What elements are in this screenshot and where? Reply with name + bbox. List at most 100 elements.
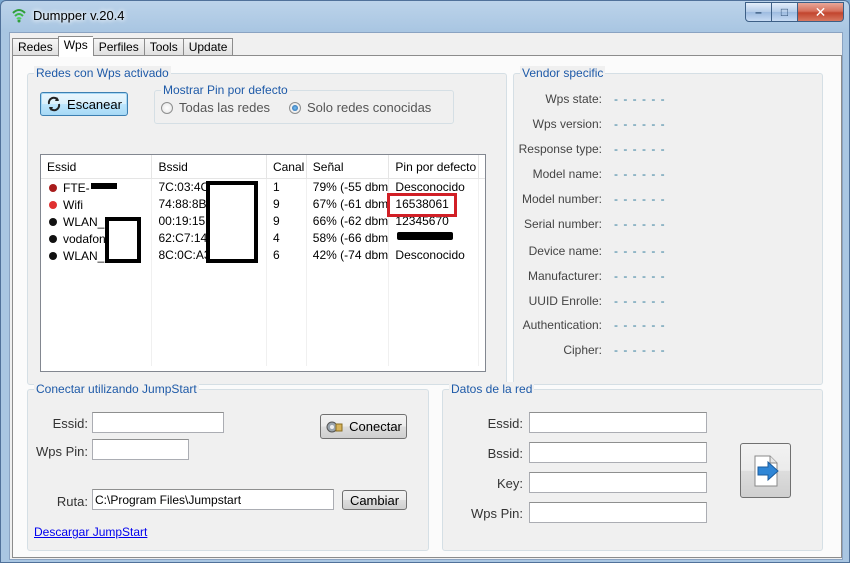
connect-button-label: Conectar [349,419,402,434]
empty-cell [152,264,267,281]
empty-cell [41,298,153,315]
redaction-bar [397,232,453,240]
cambiar-button[interactable]: Cambiar [342,490,407,510]
ruta-input[interactable] [92,489,334,510]
empty-cell [267,298,307,315]
tab-update[interactable]: Update [182,38,234,56]
radio-known-label: Solo redes conocidas [307,100,432,115]
connect-button[interactable]: Conectar [320,414,407,439]
title-bar[interactable]: Dumpper v.20.4 – □ ✕ [1,1,849,31]
vendor-field-value: - - - - - - [614,217,666,231]
vendor-field-value: - - - - - - [614,244,666,258]
tab-perfiles[interactable]: Perfiles [92,38,144,56]
status-dot-icon [49,235,57,243]
empty-cell [267,315,307,332]
minimize-button[interactable]: – [745,2,772,22]
datos-pin-input[interactable] [529,502,707,523]
tab-redes[interactable]: Redes [12,38,58,56]
tab-wps[interactable]: Wps [57,36,93,57]
status-dot-icon [49,218,57,226]
radio-button-checked[interactable] [289,101,301,114]
tab-strip: Redes Wps Perfiles Tools Update [12,36,234,57]
export-button[interactable] [740,443,791,498]
column-header-essid[interactable]: Essid [41,155,153,178]
empty-row [41,281,485,298]
empty-cell [479,315,485,332]
radio-known-networks[interactable]: Solo redes conocidas [289,100,431,115]
empty-cell [479,332,485,349]
pin-display-group: Mostrar Pin por defecto Todas las redes … [154,83,454,124]
refresh-icon [47,96,61,112]
empty-cell [307,332,390,349]
cell-canal: 9 [267,213,307,230]
radio-all-networks[interactable]: Todas las redes [161,100,270,115]
gear-connect-icon [326,421,343,432]
column-header-bssid[interactable]: Bssid [152,155,267,178]
tab-tools[interactable]: Tools [143,38,183,56]
column-header-canal[interactable]: Canal [267,155,307,178]
empty-cell [479,298,485,315]
radio-all-label: Todas las redes [179,100,271,115]
empty-cell [389,264,480,281]
empty-cell [479,349,485,366]
cell-senal: 42% (-74 dbm) [307,247,390,264]
vendor-field-value: - - - - - - [614,269,666,283]
app-window: Dumpper v.20.4 – □ ✕ Redes Wps Perfiles … [0,0,850,563]
jumpstart-pin-input[interactable] [92,439,189,460]
jumpstart-title: Conectar utilizando JumpStart [34,382,199,396]
scan-button[interactable]: Escanear [40,92,128,116]
empty-cell [307,349,390,366]
cell-canal: 4 [267,230,307,247]
download-jumpstart-link[interactable]: Descargar JumpStart [34,525,147,539]
networks-table[interactable]: Essid Bssid Canal Señal Pin por defecto … [40,154,486,372]
empty-cell [41,349,153,366]
vendor-field-label: Authentication: [522,318,602,332]
redaction-bar [91,183,117,189]
wps-networks-group: Redes con Wps activado Escanear Mostrar … [27,66,507,385]
vendor-field-value: - - - - - - [614,167,666,181]
jumpstart-essid-input[interactable] [92,412,224,433]
jumpstart-pin-label: Wps Pin: [35,444,88,459]
status-dot-icon [49,252,57,260]
vendor-field-value: - - - - - - [614,294,666,308]
empty-cell [152,332,267,349]
empty-cell [267,349,307,366]
network-data-title: Datos de la red [449,382,535,396]
redaction-box [105,217,141,263]
datos-pin-label: Wps Pin: [470,506,523,521]
vendor-field-value: - - - - - - [614,92,666,106]
column-header-pin[interactable]: Pin por defecto [389,155,480,178]
empty-cell [41,281,153,298]
vendor-field-value: - - - - - - [614,142,666,156]
cell-filler [479,213,485,230]
client-area: Redes Wps Perfiles Tools Update Redes co… [9,32,843,560]
pin-display-title: Mostrar Pin por defecto [161,83,290,97]
cell-senal: 67% (-61 dbm) [307,196,390,213]
jumpstart-essid-label: Essid: [52,416,88,431]
close-button[interactable]: ✕ [798,2,844,22]
vendor-field-value: - - - - - - [614,318,666,332]
column-header-senal[interactable]: Señal [307,155,390,178]
vendor-field-value: - - - - - - [614,117,666,131]
vendor-field-value: - - - - - - [614,343,666,357]
essid-text: Wifi [63,198,83,212]
empty-cell [389,315,480,332]
empty-cell [41,332,153,349]
empty-cell [389,349,480,366]
vendor-title: Vendor specific [520,66,606,80]
vendor-group: Vendor specific Wps state: - - - - - - Wps… [513,66,823,385]
scan-button-label: Escanear [67,96,122,112]
essid-text: FTE- [63,181,90,195]
highlight-box [387,193,457,217]
datos-key-input[interactable] [529,472,707,493]
empty-cell [267,264,307,281]
jumpstart-group: Conectar utilizando JumpStart Essid: Wps… [27,382,429,551]
radio-button[interactable] [161,101,173,114]
empty-cell [389,332,480,349]
datos-bssid-input[interactable] [529,442,707,463]
cell-filler [479,179,485,196]
empty-cell [307,298,390,315]
maximize-button[interactable]: □ [772,2,798,22]
vendor-field-label: Device name: [528,244,602,258]
datos-essid-input[interactable] [529,412,707,433]
